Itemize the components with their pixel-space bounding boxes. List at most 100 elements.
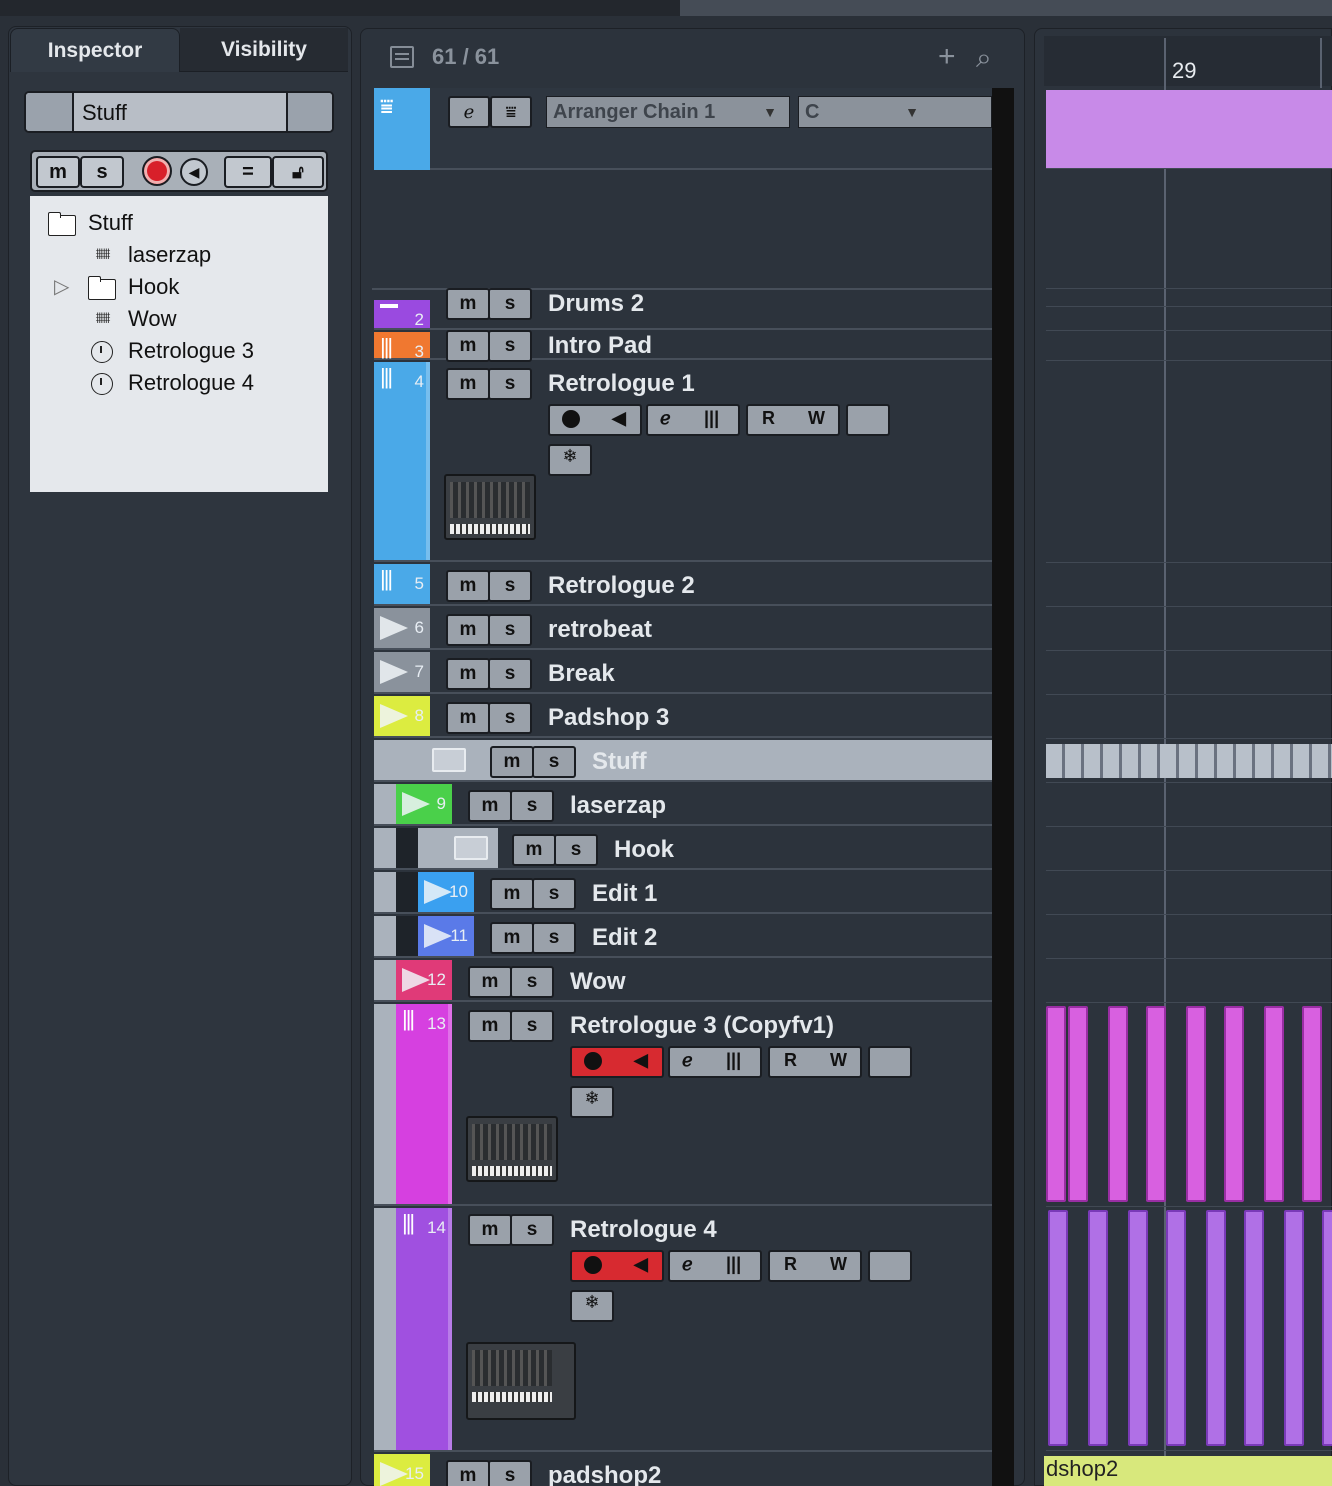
- solo-button[interactable]: s: [80, 156, 124, 188]
- solo-button[interactable]: s: [532, 746, 576, 778]
- mute-button[interactable]: m: [468, 1010, 512, 1042]
- midi-part[interactable]: [1302, 1006, 1322, 1202]
- solo-button[interactable]: s: [488, 570, 532, 602]
- midi-part[interactable]: [1068, 1006, 1088, 1202]
- track-selector[interactable]: Stuff: [24, 91, 334, 133]
- read-automation[interactable]: R: [784, 1254, 797, 1275]
- tree-item-laserzap[interactable]: ⩩⩩ laserzap: [88, 240, 211, 270]
- freeze-icon[interactable]: ❄: [570, 1290, 614, 1322]
- tab-visibility[interactable]: Visibility: [180, 28, 348, 72]
- solo-button[interactable]: s: [488, 658, 532, 690]
- midi-part[interactable]: [1244, 1210, 1264, 1446]
- mute-button[interactable]: m: [468, 966, 512, 998]
- track-row[interactable]: ||| 14 m s Retrologue 4 ◀ ℯ ||| R W ❄: [374, 1208, 992, 1452]
- track-name[interactable]: padshop2: [548, 1462, 661, 1486]
- track-name[interactable]: Edit 1: [592, 880, 657, 908]
- edit-controls[interactable]: ℯ |||: [646, 404, 740, 436]
- track-name[interactable]: Intro Pad: [548, 332, 652, 360]
- automation-controls[interactable]: RW: [746, 404, 840, 436]
- track-name[interactable]: Stuff: [592, 748, 647, 776]
- next-track-button[interactable]: [286, 93, 332, 131]
- midi-part[interactable]: [1284, 1210, 1304, 1446]
- midi-part[interactable]: [1088, 1210, 1108, 1446]
- instrument-thumbnail[interactable]: [466, 1116, 558, 1182]
- record-monitor-controls[interactable]: ◀: [570, 1046, 664, 1078]
- audio-clip[interactable]: dshop2: [1044, 1456, 1332, 1486]
- track-name[interactable]: Break: [548, 660, 615, 688]
- freeze-icon[interactable]: ❄: [570, 1086, 614, 1118]
- midi-part[interactable]: [1128, 1210, 1148, 1446]
- automation-controls[interactable]: RW: [768, 1046, 862, 1078]
- solo-button[interactable]: s: [488, 1460, 532, 1486]
- tree-item-hook[interactable]: Hook: [88, 272, 179, 302]
- track-row[interactable]: 2 m s Drums 2: [374, 288, 992, 330]
- solo-button[interactable]: s: [488, 330, 532, 362]
- track-row[interactable]: ||| 3 m s Intro Pad: [374, 330, 992, 362]
- midi-part[interactable]: [1108, 1006, 1128, 1202]
- mute-button[interactable]: m: [468, 1214, 512, 1246]
- solo-button[interactable]: s: [488, 368, 532, 400]
- track-list-menu-icon[interactable]: [390, 46, 414, 68]
- write-automation[interactable]: W: [808, 408, 825, 429]
- solo-button[interactable]: s: [510, 1214, 554, 1246]
- midi-part[interactable]: [1264, 1006, 1284, 1202]
- expand-triangle-icon[interactable]: ▷: [54, 274, 69, 299]
- solo-button[interactable]: s: [532, 922, 576, 954]
- mute-button[interactable]: m: [490, 746, 534, 778]
- freeze-icon[interactable]: ❄: [548, 444, 592, 476]
- track-row[interactable]: 10 m s Edit 1: [374, 872, 992, 914]
- record-monitor-controls[interactable]: ◀: [570, 1250, 664, 1282]
- mute-button[interactable]: m: [468, 790, 512, 822]
- automation-controls[interactable]: RW: [768, 1250, 862, 1282]
- mute-button[interactable]: m: [446, 658, 490, 690]
- equal-icon[interactable]: =: [224, 156, 272, 188]
- solo-button[interactable]: s: [488, 702, 532, 734]
- tree-item-retrologue-3[interactable]: Retrologue 3: [88, 336, 254, 366]
- tree-item-stuff[interactable]: Stuff: [48, 208, 133, 238]
- track-row[interactable]: 15 m s padshop2: [374, 1454, 992, 1486]
- midi-part[interactable]: [1146, 1006, 1166, 1202]
- track-row[interactable]: 8 m s Padshop 3: [374, 696, 992, 738]
- solo-button[interactable]: s: [532, 878, 576, 910]
- track-row[interactable]: m s Hook: [374, 828, 992, 870]
- solo-button[interactable]: s: [488, 288, 532, 320]
- edit-button[interactable]: ℯ: [448, 96, 490, 128]
- write-automation[interactable]: W: [830, 1050, 847, 1071]
- edit-controls[interactable]: ℯ |||: [668, 1046, 762, 1078]
- track-row[interactable]: 7 m s Break: [374, 652, 992, 694]
- arranger-chain-select[interactable]: Arranger Chain 1 ▼: [546, 96, 790, 128]
- track-row[interactable]: ||| 5 m s Retrologue 2: [374, 564, 992, 606]
- lanes-icon[interactable]: [868, 1046, 912, 1078]
- record-monitor-controls[interactable]: ◀: [548, 404, 642, 436]
- solo-button[interactable]: s: [510, 1010, 554, 1042]
- track-name[interactable]: retrobeat: [548, 616, 652, 644]
- lanes-icon[interactable]: [846, 404, 890, 436]
- lock-icon[interactable]: 🔓︎: [272, 156, 324, 188]
- track-name[interactable]: Edit 2: [592, 924, 657, 952]
- lanes-icon[interactable]: [868, 1250, 912, 1282]
- read-automation[interactable]: R: [784, 1050, 797, 1071]
- track-row[interactable]: m s Stuff: [374, 740, 992, 782]
- mute-button[interactable]: m: [446, 288, 490, 320]
- tab-inspector[interactable]: Inspector: [10, 28, 180, 72]
- midi-part[interactable]: [1322, 1210, 1332, 1446]
- edit-controls[interactable]: ℯ |||: [668, 1250, 762, 1282]
- solo-button[interactable]: s: [488, 614, 532, 646]
- track-row[interactable]: 11 m s Edit 2: [374, 916, 992, 958]
- solo-button[interactable]: s: [510, 966, 554, 998]
- midi-part[interactable]: [1046, 1006, 1066, 1202]
- mute-button[interactable]: m: [490, 922, 534, 954]
- track-row[interactable]: 12 m s Wow: [374, 960, 992, 1002]
- record-enable-button[interactable]: [142, 156, 172, 186]
- mute-button[interactable]: m: [446, 368, 490, 400]
- solo-button[interactable]: s: [510, 790, 554, 822]
- mute-button[interactable]: m: [446, 702, 490, 734]
- read-automation[interactable]: R: [762, 408, 775, 429]
- add-track-icon[interactable]: +: [938, 40, 956, 74]
- prev-track-button[interactable]: [26, 93, 74, 131]
- midi-part[interactable]: [1224, 1006, 1244, 1202]
- track-name[interactable]: laserzap: [570, 792, 666, 820]
- monitor-button[interactable]: ◀: [180, 158, 208, 186]
- mute-button[interactable]: m: [446, 330, 490, 362]
- instrument-thumbnail[interactable]: [466, 1342, 576, 1420]
